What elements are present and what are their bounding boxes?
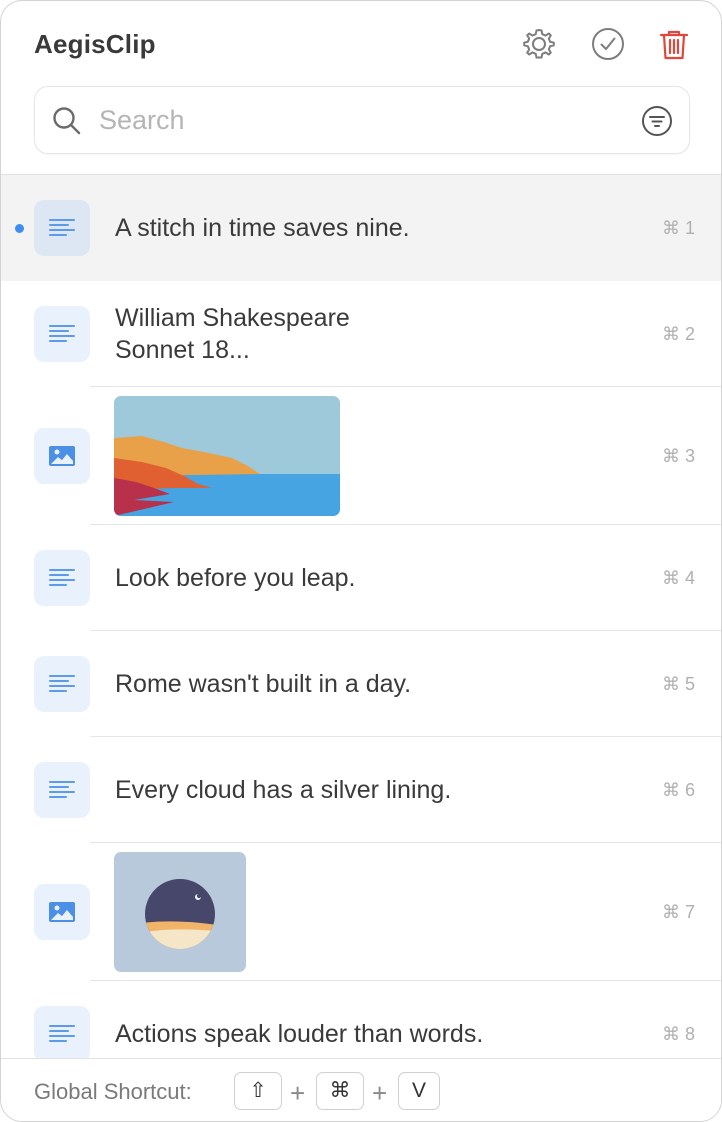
- text-clip-icon: [34, 656, 90, 712]
- clip-shortcut: ⌘ 3: [661, 446, 695, 466]
- app-title: AegisClip: [34, 29, 156, 59]
- gear-icon[interactable]: [521, 26, 557, 62]
- clip-list: A stitch in time saves nine. ⌘ 1 William…: [1, 175, 721, 1058]
- clipboard-window: AegisClip Search A stitch in time saves …: [0, 0, 722, 1122]
- clip-shortcut: ⌘ 1: [661, 218, 695, 238]
- clip-text-line: Sonnet 18...: [115, 336, 250, 364]
- clip-shortcut: ⌘ 4: [661, 568, 695, 588]
- image-clip-icon: [34, 884, 90, 940]
- clip-shortcut: ⌘ 7: [661, 902, 695, 922]
- trash-icon[interactable]: [656, 26, 692, 62]
- clip-text: A stitch in time saves nine.: [115, 214, 410, 242]
- image-clip-icon: [34, 428, 90, 484]
- clip-item-7[interactable]: ⌘ 7: [1, 843, 721, 981]
- text-clip-icon: [34, 1006, 90, 1058]
- text-clip-icon: [34, 550, 90, 606]
- clip-text: Every cloud has a silver lining.: [115, 776, 452, 804]
- clip-text-line: William Shakespeare: [115, 304, 350, 332]
- clip-item-2[interactable]: William Shakespeare Sonnet 18... ⌘ 2: [1, 281, 721, 387]
- checkmark-circle-icon[interactable]: [590, 26, 626, 62]
- clip-image-thumbnail: [114, 396, 340, 516]
- clip-item-6[interactable]: Every cloud has a silver lining. ⌘ 6: [1, 737, 721, 843]
- header: AegisClip: [1, 1, 721, 91]
- search-icon: [53, 107, 81, 135]
- filter-icon[interactable]: [641, 105, 673, 137]
- plus-separator: +: [372, 1078, 388, 1108]
- clip-text: Look before you leap.: [115, 564, 356, 592]
- plus-separator: +: [290, 1078, 306, 1108]
- v-key: V: [398, 1072, 440, 1110]
- text-clip-icon: [34, 306, 90, 362]
- shift-key: ⇧: [234, 1072, 282, 1110]
- clip-item-1[interactable]: A stitch in time saves nine. ⌘ 1: [1, 175, 721, 281]
- text-clip-icon: [34, 200, 90, 256]
- clip-shortcut: ⌘ 5: [661, 674, 695, 694]
- footer: Global Shortcut: ⇧ + ⌘ + V: [1, 1058, 721, 1121]
- command-key: ⌘: [316, 1072, 364, 1110]
- search-bar: [34, 86, 690, 154]
- clip-shortcut: ⌘ 8: [661, 1024, 695, 1044]
- clip-text: Actions speak louder than words.: [115, 1020, 484, 1048]
- selected-indicator: [15, 224, 24, 233]
- search-input[interactable]: [99, 101, 619, 139]
- clip-item-3[interactable]: ⌘ 3: [1, 387, 721, 525]
- clip-item-4[interactable]: Look before you leap. ⌘ 4: [1, 525, 721, 631]
- clip-item-8[interactable]: Actions speak louder than words. ⌘ 8: [1, 981, 721, 1058]
- global-shortcut-label: Global Shortcut:: [34, 1079, 192, 1104]
- text-clip-icon: [34, 762, 90, 818]
- clip-shortcut: ⌘ 6: [661, 780, 695, 800]
- clip-shortcut: ⌘ 2: [661, 324, 695, 344]
- clip-text: Rome wasn't built in a day.: [115, 670, 412, 698]
- clip-image-thumbnail: [114, 852, 246, 972]
- clip-item-5[interactable]: Rome wasn't built in a day. ⌘ 5: [1, 631, 721, 737]
- clip-text: William Shakespeare Sonnet 18...: [115, 302, 350, 366]
